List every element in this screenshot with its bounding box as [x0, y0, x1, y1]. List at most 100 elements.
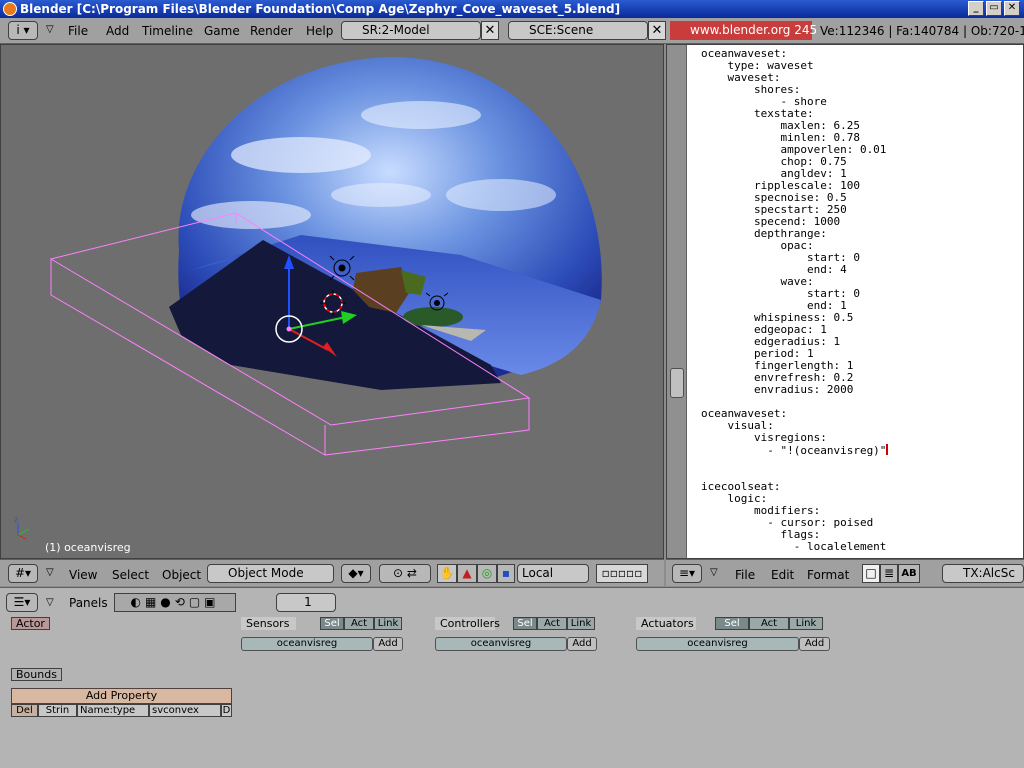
screen-selector[interactable]: SR:2-Model — [341, 21, 481, 40]
text-cursor — [886, 444, 889, 455]
main-menu-header: i ▾ ▽ File Add Timeline Game Render Help… — [0, 18, 1024, 44]
svg-text:z: z — [14, 515, 18, 524]
window-titlebar: Blender [C:\Program Files\Blender Founda… — [0, 0, 1024, 18]
controllers-object-name[interactable]: oceanvisreg — [435, 637, 567, 651]
sensors-title: Sensors — [241, 617, 296, 630]
controllers-act-toggle[interactable]: Act — [537, 617, 567, 630]
cloud-shape — [331, 183, 431, 207]
syntax-highlight-button[interactable]: AB — [898, 564, 920, 583]
actuators-sel-toggle[interactable]: Sel — [715, 617, 749, 630]
lamp-object[interactable] — [329, 255, 355, 281]
text-editor-header: ≡▾ ▽ File Edit Format □ ≣ AB TX:AlcSc — [666, 559, 1024, 586]
close-window-button[interactable]: ✕ — [1004, 1, 1020, 16]
menu-text-edit[interactable]: Edit — [771, 568, 794, 582]
website-link[interactable]: www.blender.org 245 — [670, 21, 817, 40]
3d-viewport[interactable]: z (1) oceanvisreg — [0, 44, 664, 559]
property-name-field[interactable]: Name:type — [77, 704, 149, 717]
property-row: Del Strin Name:type svconvex D — [11, 704, 232, 717]
draw-type-icon[interactable]: ◆▾ — [341, 564, 371, 583]
property-value-field[interactable]: svconvex — [149, 704, 221, 717]
cloud-shape — [191, 201, 311, 229]
fullscreen-icon[interactable]: □ — [862, 564, 880, 583]
sensors-object-name[interactable]: oceanvisreg — [241, 637, 373, 651]
mode-selector[interactable]: Object Mode — [207, 564, 334, 583]
actuators-object-name[interactable]: oceanvisreg — [636, 637, 799, 651]
info-window-type-icon[interactable]: i ▾ — [8, 21, 38, 40]
actor-toggle[interactable]: Actor — [11, 617, 50, 630]
rotate-manipulator-icon[interactable]: ◎ — [477, 564, 497, 583]
menu-render[interactable]: Render — [250, 24, 293, 38]
viewport-scene[interactable]: z — [1, 45, 664, 559]
text-window-type-icon[interactable]: ≡▾ — [672, 564, 702, 583]
3d-window-type-icon[interactable]: #▾ — [8, 564, 38, 583]
maximize-button[interactable]: ▭ — [986, 1, 1002, 16]
collapse-menu-icon[interactable]: ▽ — [46, 597, 54, 608]
actuators-act-toggle[interactable]: Act — [749, 617, 789, 630]
text-block-selector[interactable]: TX:AlcSc — [942, 564, 1024, 583]
delete-scene-button[interactable]: ✕ — [648, 21, 666, 40]
add-actuator-button[interactable]: Add — [799, 637, 830, 651]
blender-logo-icon — [3, 2, 17, 16]
collapse-menu-icon[interactable]: ▽ — [46, 567, 54, 578]
sensors-link-toggle[interactable]: Link — [374, 617, 402, 630]
actuators-link-toggle[interactable]: Link — [789, 617, 823, 630]
menu-object[interactable]: Object — [162, 568, 201, 582]
delete-screen-button[interactable]: ✕ — [481, 21, 499, 40]
cloud-shape — [231, 137, 371, 173]
translate-manipulator-icon[interactable]: ▲ — [457, 564, 477, 583]
code-line[interactable]: - localelement — [701, 541, 888, 553]
scale-manipulator-icon[interactable]: ▪ — [497, 564, 515, 583]
bounds-toggle[interactable]: Bounds — [11, 668, 62, 681]
active-object-label: (1) oceanvisreg — [45, 541, 131, 554]
3d-view-header: #▾ ▽ View Select Object Object Mode ◆▾ ⊙… — [0, 559, 664, 586]
line-numbers-icon[interactable]: ≣ — [880, 564, 898, 583]
text-scrollbar[interactable] — [667, 45, 687, 558]
text-scrollbar-thumb[interactable] — [670, 368, 684, 398]
menu-select[interactable]: Select — [112, 568, 149, 582]
menu-view[interactable]: View — [69, 568, 97, 582]
text-editor-content[interactable]: oceanwaveset: type: waveset waveset: sho… — [701, 48, 889, 553]
actuators-title: Actuators — [636, 617, 696, 630]
delete-property-button[interactable]: Del — [11, 704, 38, 717]
logic-buttons-window: ☰▾ ▽ Panels ◐▦●⟲▢▣ 1 Actor Bounds Add Pr… — [0, 587, 1024, 768]
context-buttons[interactable]: ◐▦●⟲▢▣ — [114, 593, 236, 612]
menu-file[interactable]: File — [68, 24, 88, 38]
add-property-button[interactable]: Add Property — [11, 688, 232, 704]
code-line[interactable]: - "!(oceanvisreg)" — [701, 444, 889, 457]
orientation-selector[interactable]: Local — [517, 564, 589, 583]
add-sensor-button[interactable]: Add — [373, 637, 403, 651]
scene-stats: Ve:112346 | Fa:140784 | Ob:720-1 — [820, 24, 1024, 38]
code-line[interactable]: visregions: — [701, 432, 888, 444]
menu-game[interactable]: Game — [204, 24, 240, 38]
menu-text-file[interactable]: File — [735, 568, 755, 582]
sensors-sel-toggle[interactable]: Sel — [320, 617, 344, 630]
minimize-button[interactable]: _ — [968, 1, 984, 16]
code-line[interactable]: envradius: 2000 — [701, 384, 888, 396]
controllers-link-toggle[interactable]: Link — [567, 617, 595, 630]
frame-number-field[interactable]: 1 — [276, 593, 336, 612]
sensors-act-toggle[interactable]: Act — [344, 617, 374, 630]
menu-help[interactable]: Help — [306, 24, 333, 38]
controllers-title: Controllers — [435, 617, 500, 630]
text-editor[interactable]: oceanwaveset: type: waveset waveset: sho… — [666, 44, 1024, 559]
property-type-selector[interactable]: Strin — [38, 704, 77, 717]
view-axis-gizmo-icon: z — [14, 515, 30, 540]
pivot-icon[interactable]: ⊙ ⇄ — [379, 564, 431, 583]
menu-timeline[interactable]: Timeline — [142, 24, 193, 38]
controllers-sel-toggle[interactable]: Sel — [513, 617, 537, 630]
hand-manipulator-icon[interactable]: ✋ — [437, 564, 457, 583]
scene-selector[interactable]: SCE:Scene — [508, 21, 648, 40]
code-line[interactable] — [701, 457, 888, 469]
property-debug-toggle[interactable]: D — [221, 704, 232, 717]
menu-add[interactable]: Add — [106, 24, 129, 38]
collapse-menu-icon[interactable]: ▽ — [710, 567, 718, 578]
panels-label: Panels — [69, 596, 108, 610]
layer-buttons[interactable]: ▫▫▫▫▫ — [596, 564, 648, 583]
add-controller-button[interactable]: Add — [567, 637, 597, 651]
buttons-window-type-icon[interactable]: ☰▾ — [6, 593, 38, 612]
cloud-shape — [446, 179, 556, 211]
cloud-shape — [361, 101, 481, 129]
window-title: Blender [C:\Program Files\Blender Founda… — [20, 2, 621, 16]
menu-text-format[interactable]: Format — [807, 568, 849, 582]
collapse-menu-icon[interactable]: ▽ — [46, 24, 54, 35]
